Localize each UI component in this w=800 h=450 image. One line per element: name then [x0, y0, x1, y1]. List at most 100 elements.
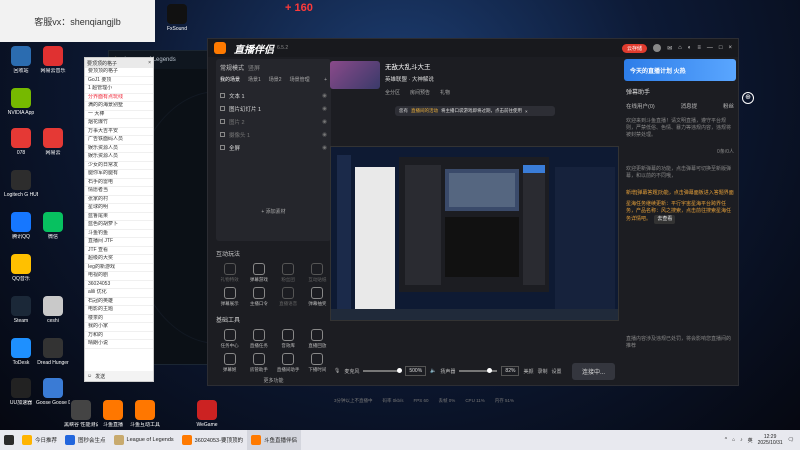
source-checkbox[interactable]	[220, 106, 225, 111]
chat-list-item[interactable]: 满的的海景别墅	[85, 102, 153, 111]
scene-subtab[interactable]: 我的场景	[220, 76, 240, 83]
mic-volume-value[interactable]: 500%	[405, 366, 427, 376]
eye-icon[interactable]: ◉	[322, 119, 327, 125]
interact-item[interactable]: 弹幕游戏	[245, 263, 272, 283]
tool-item[interactable]: 下播时间	[304, 353, 331, 373]
tool-item[interactable]: 直播回放	[304, 329, 331, 349]
more-functions-button[interactable]: 更多功能	[216, 377, 331, 384]
speaker-volume-slider[interactable]	[459, 368, 498, 373]
taskbar-app[interactable]: League of Legends	[110, 430, 178, 450]
desktop-icon[interactable]: NVIDIA App	[4, 88, 38, 116]
chat-list-item[interactable]: alili 优化	[85, 289, 153, 298]
desktop-icon[interactable]: 黑峡谷 性能测试工具	[64, 400, 98, 428]
danmu-tab[interactable]: 在线用户(0)	[626, 102, 655, 110]
see-more-button[interactable]: 去查看	[654, 215, 676, 224]
chat-list-item[interactable]: 娱乐资源人员	[85, 145, 153, 153]
scene-subtab[interactable]: 场景2	[269, 76, 282, 83]
eye-icon[interactable]: ◉	[322, 132, 327, 138]
taskbar-app[interactable]: 斗鱼直播伴侣	[246, 430, 301, 450]
close-icon[interactable]: ×	[148, 60, 151, 66]
scene-subtab[interactable]: 场景1	[248, 76, 261, 83]
desktop-icon[interactable]: 网易云音乐	[36, 46, 70, 74]
chat-list-item[interactable]: 石冠的英雄	[85, 298, 153, 306]
desktop-icon[interactable]: 微信	[36, 212, 70, 240]
chat-list-item[interactable]: 超级的大奖	[85, 255, 153, 264]
tool-item[interactable]: 任务中心	[216, 329, 243, 349]
tray-network-icon[interactable]: ⌂	[732, 437, 735, 443]
room-meta-item[interactable]: 礼物	[440, 89, 450, 96]
notification-icon[interactable]: 🗨	[788, 437, 794, 443]
tray-chevron-icon[interactable]: ^	[725, 437, 727, 443]
chat-list-item[interactable]: 36024053	[85, 281, 153, 289]
chat-send-button[interactable]: 发送	[95, 373, 105, 380]
taskbar-app[interactable]: 今日推荐	[18, 430, 61, 450]
danmu-tab[interactable]: 消息提	[681, 102, 698, 110]
clock[interactable]: 12:29 2025/10/31	[758, 434, 783, 446]
desktop-icon[interactable]: WeGame	[190, 400, 224, 428]
desktop-icon[interactable]: ceshi	[36, 296, 70, 324]
stream-preview[interactable]: ➤	[330, 146, 619, 321]
chat-list-item[interactable]: 少女的日常发	[85, 162, 153, 170]
desktop-icon[interactable]: 腾讯QQ	[4, 212, 38, 240]
chat-list-item[interactable]: 星球的明	[85, 204, 153, 213]
source-item[interactable]: 图片幻灯片 1 ◉	[220, 102, 327, 115]
chat-list-item[interactable]: 直播间 JTF	[85, 238, 153, 247]
danmu-tab[interactable]: 粉丝	[723, 102, 734, 110]
chat-list-item[interactable]: 分界面有点玩线	[85, 94, 153, 102]
chat-list-item[interactable]: 娱乐资源人员	[85, 153, 153, 162]
chat-list-item[interactable]: 蓝色的胡萝卜	[85, 221, 153, 230]
avatar[interactable]	[653, 44, 662, 52]
interact-item[interactable]: 弹幕展示	[216, 287, 243, 307]
room-meta-item[interactable]: 全分区	[385, 89, 400, 96]
message-icon[interactable]: ✉	[667, 45, 672, 52]
microphone-icon[interactable]: 🎙	[334, 368, 340, 374]
chat-list-item[interactable]: 烟花爆竹	[85, 119, 153, 128]
tray-volume-icon[interactable]: ♪	[740, 437, 743, 443]
tool-item[interactable]: 弹幕姬	[216, 353, 243, 373]
theme-icon[interactable]: ◐	[688, 45, 692, 51]
tool-item[interactable]: 直播间助手	[275, 353, 302, 373]
source-checkbox[interactable]	[220, 145, 225, 150]
desktop-icon[interactable]: 078	[4, 128, 38, 156]
ime-indicator[interactable]: 英	[748, 437, 753, 444]
source-checkbox[interactable]	[220, 119, 225, 124]
desktop-icon[interactable]: FxSound	[160, 4, 194, 32]
chat-list-item[interactable]: JTF 查看	[85, 247, 153, 255]
settings-button[interactable]: 设置	[551, 368, 561, 375]
chat-list-item[interactable]: 蓝鲁尾果	[85, 213, 153, 221]
desktop-icon[interactable]: UU加速器	[4, 378, 38, 406]
chat-list-item[interactable]: GoJ1 要顶	[85, 77, 153, 85]
desktop-icon[interactable]: 回收站	[4, 46, 38, 74]
scene-subtab[interactable]: 场景管理	[290, 76, 310, 83]
interact-item[interactable]: 礼物特效	[216, 263, 243, 283]
chat-list-item[interactable]: 楼茶的	[85, 315, 153, 323]
speaker-volume-value[interactable]: 82%	[501, 366, 520, 376]
eye-icon[interactable]: ◉	[322, 145, 327, 151]
room-meta-item[interactable]: 房间预告	[410, 89, 430, 96]
chat-list-item[interactable]: 要顶顶的格子	[85, 68, 153, 77]
desktop-icon[interactable]: Steam	[4, 296, 38, 324]
interact-item[interactable]: 粉丝团	[275, 263, 302, 283]
source-item[interactable]: 摄像头 1 ◉	[220, 128, 327, 141]
chat-list-item[interactable]: 情愿者当	[85, 187, 153, 196]
source-item[interactable]: 全屏 ◉	[220, 141, 327, 154]
chat-list-item[interactable]: 晴朗小说	[85, 340, 153, 349]
start-live-button[interactable]: 连接中...	[571, 362, 615, 380]
close-button[interactable]: ×	[728, 45, 732, 51]
desktop-icon[interactable]: QQ音乐	[4, 254, 38, 282]
desktop-icon[interactable]: 网易云	[36, 128, 70, 156]
interact-item[interactable]: 主播口令	[245, 287, 272, 307]
chat-list-item[interactable]: 1 超管理小	[85, 85, 153, 94]
taskbar-app[interactable]: 36024053-要顶顶的	[178, 430, 247, 450]
chat-list-item[interactable]: 我的小家	[85, 323, 153, 332]
taskbar-app[interactable]: 图秒会生点	[61, 430, 110, 450]
promo-banner[interactable]: 今天的直播计划 火热	[624, 59, 736, 81]
chat-list-item[interactable]: Ieg的新游戏	[85, 264, 153, 272]
tab-normal-mode[interactable]: 常规模式	[220, 63, 244, 72]
interact-item[interactable]: 互动贴纸	[304, 263, 331, 283]
eye-icon[interactable]: ◉	[322, 106, 327, 112]
desktop-icon[interactable]: 斗鱼直播	[96, 400, 130, 428]
start-button[interactable]	[0, 430, 18, 450]
minimize-button[interactable]: —	[707, 45, 713, 51]
tool-item[interactable]: 房管助手	[245, 353, 272, 373]
